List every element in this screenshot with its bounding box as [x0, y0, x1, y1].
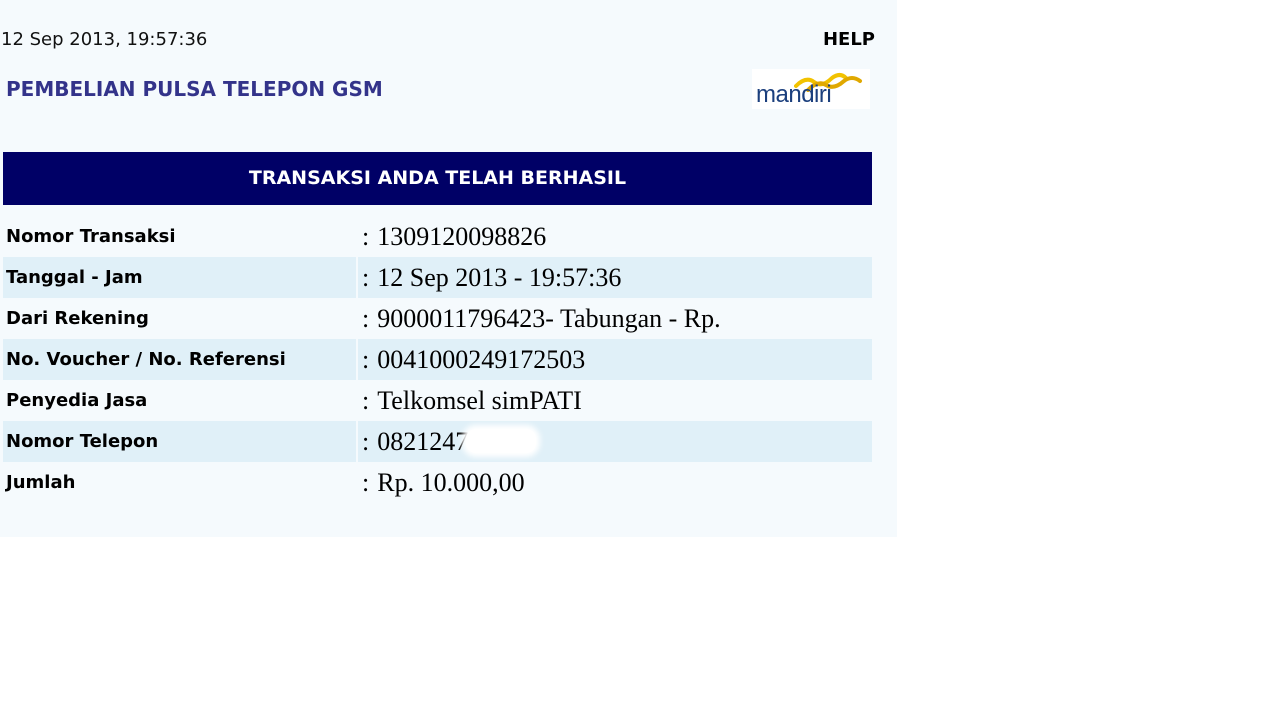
success-banner: TRANSAKSI ANDA TELAH BERHASIL — [3, 152, 872, 205]
detail-row-jumlah: Jumlah : Rp. 10.000,00 — [3, 462, 872, 503]
detail-row-tanggal-jam: Tanggal - Jam :12 Sep 2013 - 19:57:36 — [3, 257, 872, 298]
detail-label: Nomor Transaksi — [3, 216, 358, 257]
detail-value-cell: :12 Sep 2013 - 19:57:36 — [358, 257, 872, 298]
detail-value-cell: :9000011796423- Tabungan - Rp. — [358, 298, 872, 339]
redaction-mark — [466, 428, 537, 453]
separator: : — [362, 262, 370, 292]
logo-wordmark: mandiri — [756, 81, 832, 108]
detail-row-dari-rekening: Dari Rekening :9000011796423- Tabungan -… — [3, 298, 872, 339]
transaction-details-table: Nomor Transaksi :1309120098826 Tanggal -… — [3, 216, 872, 503]
timestamp: 12 Sep 2013, 19:57:36 — [1, 29, 208, 50]
detail-value-cell: :0041000249172503 — [358, 339, 872, 380]
detail-value: 9000011796423- Tabungan - Rp. — [377, 303, 721, 333]
detail-value-cell: :0821247 — [358, 421, 872, 462]
help-link[interactable]: HELP — [823, 29, 875, 50]
transaction-panel: 12 Sep 2013, 19:57:36 HELP PEMBELIAN PUL… — [0, 0, 897, 537]
separator: : — [362, 467, 370, 497]
detail-label: Dari Rekening — [3, 298, 358, 339]
detail-row-nomor-telepon: Nomor Telepon :0821247 — [3, 421, 872, 462]
detail-value: 12 Sep 2013 - 19:57:36 — [377, 262, 622, 292]
separator: : — [362, 221, 370, 251]
detail-value: Rp. 10.000,00 — [377, 467, 525, 497]
detail-row-nomor-transaksi: Nomor Transaksi :1309120098826 — [3, 216, 872, 257]
detail-value: 0821247 — [377, 426, 469, 456]
page-title: PEMBELIAN PULSA TELEPON GSM — [6, 77, 383, 101]
mandiri-logo: mandiri — [752, 69, 870, 109]
separator: : — [362, 426, 370, 456]
separator: : — [362, 385, 370, 415]
separator: : — [362, 344, 370, 374]
detail-label: No. Voucher / No. Referensi — [3, 339, 358, 380]
detail-value-cell: : Telkomsel simPATI — [358, 380, 872, 421]
detail-value: Telkomsel simPATI — [377, 385, 582, 415]
detail-label: Penyedia Jasa — [3, 380, 358, 421]
detail-label: Jumlah — [3, 462, 358, 503]
detail-value-cell: : Rp. 10.000,00 — [358, 462, 872, 503]
detail-label: Nomor Telepon — [3, 421, 358, 462]
detail-value: 0041000249172503 — [377, 344, 586, 374]
detail-row-no-voucher: No. Voucher / No. Referensi :00410002491… — [3, 339, 872, 380]
detail-row-penyedia-jasa: Penyedia Jasa : Telkomsel simPATI — [3, 380, 872, 421]
detail-value-cell: :1309120098826 — [358, 216, 872, 257]
separator: : — [362, 303, 370, 333]
detail-label: Tanggal - Jam — [3, 257, 358, 298]
detail-value: 1309120098826 — [377, 221, 547, 251]
